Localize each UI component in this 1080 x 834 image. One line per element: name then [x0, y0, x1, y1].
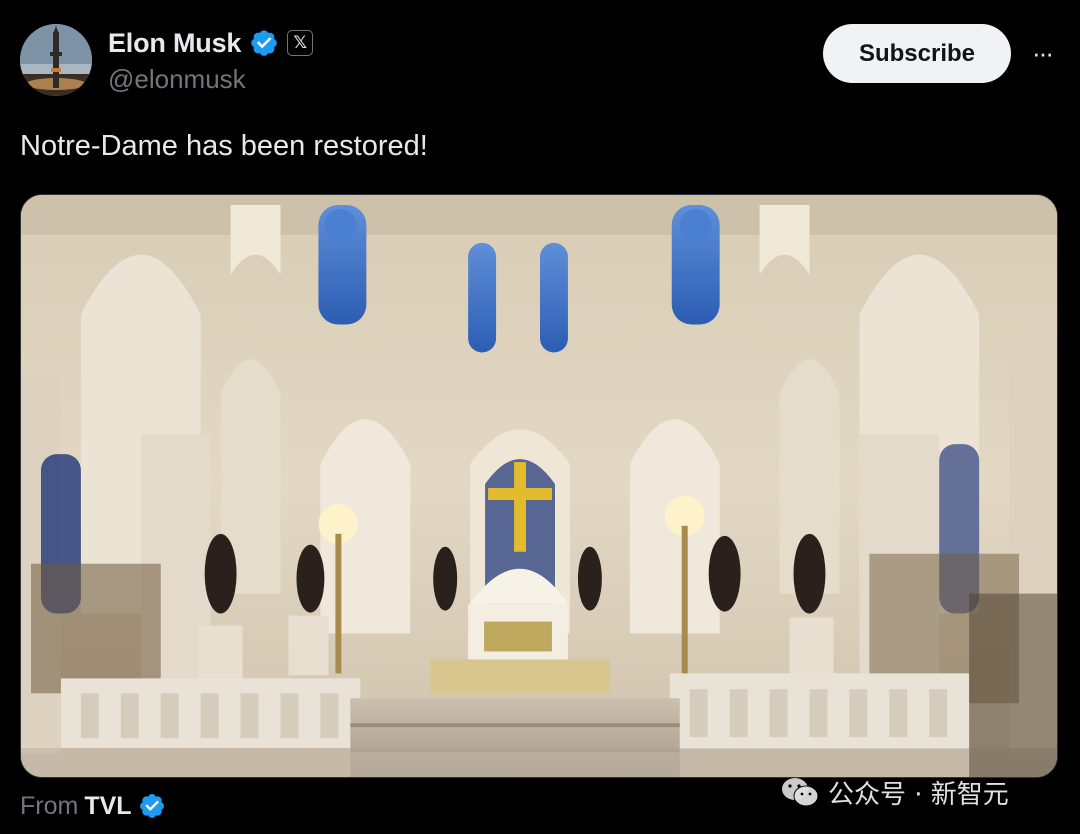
author-display-name[interactable]: Elon Musk [108, 28, 241, 59]
cathedral-video-frame [21, 195, 1057, 777]
verified-badge-icon [138, 792, 166, 820]
tweet-text: Notre-Dame has been restored! [20, 130, 428, 162]
source-account-name[interactable]: TVL [84, 792, 131, 821]
wechat-icon [782, 778, 819, 807]
author-handle[interactable]: @elonmusk [108, 64, 246, 95]
tweet-video[interactable] [20, 194, 1058, 778]
author-name-row: Elon Musk 𝕏 [108, 26, 314, 60]
watermark-text: 公众号 · 新智元 [828, 779, 1009, 810]
x-affiliate-badge-icon: 𝕏 [287, 30, 314, 56]
verified-badge-icon[interactable] [249, 28, 279, 58]
more-options-icon[interactable]: ··· [1024, 36, 1060, 70]
avatar-image [20, 24, 92, 96]
subscribe-button[interactable]: Subscribe [823, 24, 1011, 83]
media-source: From TVL [20, 788, 166, 824]
wechat-watermark: 公众号 · 新智元 [780, 772, 1009, 812]
from-label: From [20, 791, 79, 820]
avatar[interactable] [20, 24, 92, 96]
